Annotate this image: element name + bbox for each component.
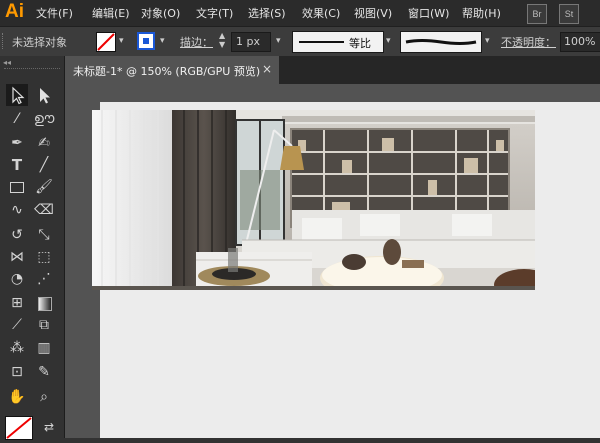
control-bar: 未选择对象 ▾ ▾ 描边： ▲ ▼ 1 px ▾ 等比 ▾ ▾ 不透明度： 100… <box>0 26 600 58</box>
column-graph-icon[interactable]: ▥ <box>33 337 55 359</box>
menu-file[interactable]: 文件(F) <box>36 5 73 21</box>
shape-builder-icon[interactable]: ◔ <box>6 268 28 290</box>
variable-width-profile[interactable]: 等比 <box>292 31 384 53</box>
hand-tool-icon[interactable]: ✋ <box>6 386 28 408</box>
stroke-weight-dropdown-icon[interactable]: ▾ <box>276 36 281 46</box>
menu-view[interactable]: 视图(V) <box>354 5 392 21</box>
stroke-swatch-inner-icon <box>143 38 149 44</box>
panel-grip <box>4 68 60 72</box>
opacity-input[interactable]: 100% <box>560 32 600 52</box>
menu-help[interactable]: 帮助(H) <box>462 5 501 21</box>
fill-none-swatch[interactable] <box>5 416 33 440</box>
document-tab[interactable]: 未标题-1* @ 150% (RGB/GPU 预览) × <box>65 56 279 84</box>
free-transform-icon[interactable]: ⬚ <box>33 246 55 268</box>
document-tab-title: 未标题-1* @ 150% (RGB/GPU 预览) <box>73 65 261 78</box>
selection-status: 未选择对象 <box>12 36 67 49</box>
stroke-swatch[interactable] <box>137 32 155 50</box>
blend-tool-icon[interactable]: ⧉ <box>33 314 55 336</box>
lasso-tool-icon[interactable]: ഊ <box>33 108 55 130</box>
stroke-line-preview <box>299 41 344 43</box>
rotate-tool-icon[interactable]: ↺ <box>6 224 28 246</box>
opacity-value: 100% <box>564 35 596 48</box>
mesh-tool-icon[interactable]: ⊞ <box>6 292 28 314</box>
artboard-tool-icon[interactable]: ⊡ <box>6 361 28 383</box>
fill-swatch[interactable] <box>96 32 116 52</box>
eyedropper-tool-icon[interactable]: ⟋ <box>6 314 28 336</box>
none-swatch-icon <box>97 33 115 51</box>
control-bar-grip <box>2 33 6 49</box>
living-room-image <box>92 110 535 290</box>
brush-dropdown-icon[interactable]: ▾ <box>485 36 490 46</box>
menu-type[interactable]: 文字(T) <box>196 5 233 21</box>
curvature-tool-icon[interactable]: ✍ <box>33 132 55 154</box>
rectangle-tool-icon[interactable] <box>6 176 28 198</box>
width-tool-icon[interactable]: ⋈ <box>6 246 28 268</box>
slice-tool-icon[interactable]: ✎ <box>33 361 55 383</box>
scale-tool-icon[interactable]: ⤡ <box>33 224 55 246</box>
stock-button[interactable]: St <box>559 4 579 24</box>
menu-select[interactable]: 选择(S) <box>248 5 286 21</box>
pen-tool-icon[interactable]: ✒ <box>6 132 28 154</box>
app-logo: Ai <box>5 1 24 22</box>
menu-edit[interactable]: 编辑(E) <box>92 5 130 21</box>
bridge-button[interactable]: Br <box>527 4 547 24</box>
type-tool-icon[interactable]: T <box>6 154 28 176</box>
profile-dropdown-icon[interactable]: ▾ <box>386 36 391 46</box>
stroke-dropdown-icon[interactable]: ▾ <box>160 36 165 46</box>
placed-interior-photo[interactable] <box>92 110 535 290</box>
document-tab-bar: 未标题-1* @ 150% (RGB/GPU 预览) × <box>65 56 600 84</box>
symbol-sprayer-icon[interactable]: ⁂ <box>6 337 28 359</box>
stroke-label[interactable]: 描边： <box>180 34 213 50</box>
none-fill-icon <box>6 417 32 439</box>
paintbrush-tool-icon[interactable]: 🖌 <box>33 176 55 198</box>
zoom-tool-icon[interactable]: ⌕ <box>33 386 55 408</box>
stroke-profile-label: 等比 <box>349 37 371 50</box>
tools-panel: ◂◂ ⁄ ✒ T ∿ ↺ ⋈ ◔ ⊞ ⟋ ⁂ ⊡ ✋ ഊ ✍ ╱ 🖌 ⌫ ⤡ ⬚… <box>0 56 65 440</box>
perspective-grid-icon[interactable]: ⋰ <box>33 268 55 290</box>
stroke-weight-input[interactable]: 1 px <box>231 32 271 52</box>
selection-tool-icon[interactable] <box>6 84 28 106</box>
collapse-panel-icon[interactable]: ◂◂ <box>3 58 11 67</box>
menu-effect[interactable]: 效果(C) <box>302 5 340 21</box>
brush-stroke-icon <box>405 39 477 45</box>
line-tool-icon[interactable]: ╱ <box>33 154 55 176</box>
stroke-weight-value: 1 px <box>236 35 260 48</box>
magic-wand-icon[interactable]: ⁄ <box>6 108 28 130</box>
gradient-tool-icon[interactable] <box>33 292 55 314</box>
opacity-label[interactable]: 不透明度： <box>501 34 556 50</box>
swap-fill-stroke-icon[interactable]: ⇄ <box>38 416 60 438</box>
shaper-tool-icon[interactable]: ∿ <box>6 199 28 221</box>
brush-definition[interactable] <box>400 31 482 53</box>
menu-window[interactable]: 窗口(W) <box>408 5 449 21</box>
eraser-tool-icon[interactable]: ⌫ <box>33 199 55 221</box>
close-tab-icon[interactable]: × <box>262 62 272 76</box>
menu-object[interactable]: 对象(O) <box>141 5 180 21</box>
menu-bar: Ai 文件(F) 编辑(E) 对象(O) 文字(T) 选择(S) 效果(C) 视… <box>0 0 600 26</box>
stroke-stepper-icon[interactable]: ▲ ▼ <box>219 31 225 49</box>
fill-dropdown-icon[interactable]: ▾ <box>119 36 124 46</box>
direct-selection-tool-icon[interactable] <box>33 84 55 106</box>
